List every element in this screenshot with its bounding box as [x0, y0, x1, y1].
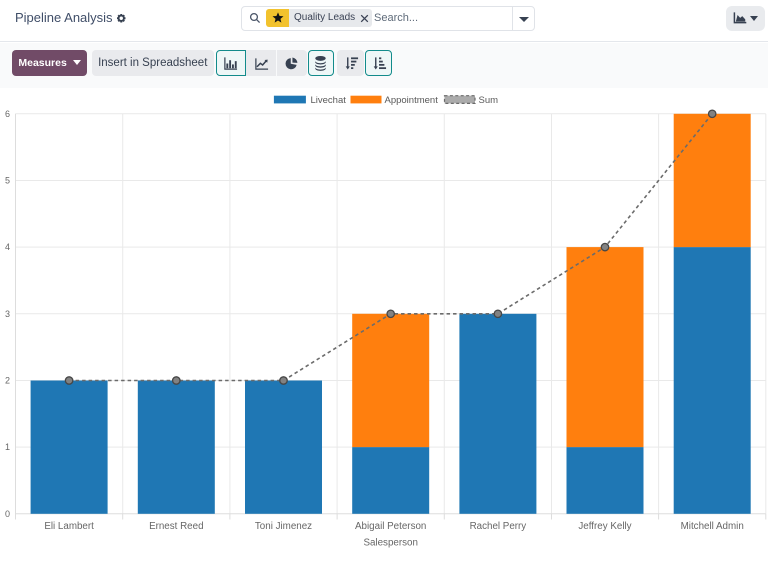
svg-text:3: 3: [5, 309, 10, 319]
svg-text:Appointment: Appointment: [385, 95, 439, 106]
svg-text:0: 0: [5, 509, 10, 519]
svg-text:Abigail Peterson: Abigail Peterson: [355, 521, 426, 532]
svg-text:Jeffrey Kelly: Jeffrey Kelly: [578, 521, 631, 532]
svg-text:Eli Lambert: Eli Lambert: [44, 521, 94, 532]
svg-text:Sum: Sum: [479, 95, 499, 106]
svg-text:Mitchell Admin: Mitchell Admin: [681, 521, 744, 532]
svg-text:5: 5: [5, 176, 10, 186]
svg-text:Toni Jimenez: Toni Jimenez: [255, 521, 312, 532]
svg-text:1: 1: [5, 442, 10, 452]
svg-text:Livechat: Livechat: [311, 95, 347, 106]
svg-text:2: 2: [5, 376, 10, 386]
svg-text:Ernest Reed: Ernest Reed: [149, 521, 203, 532]
svg-text:4: 4: [5, 242, 10, 252]
svg-text:Rachel Perry: Rachel Perry: [470, 521, 527, 532]
svg-text:Salesperson: Salesperson: [363, 538, 417, 549]
svg-text:6: 6: [5, 109, 10, 119]
